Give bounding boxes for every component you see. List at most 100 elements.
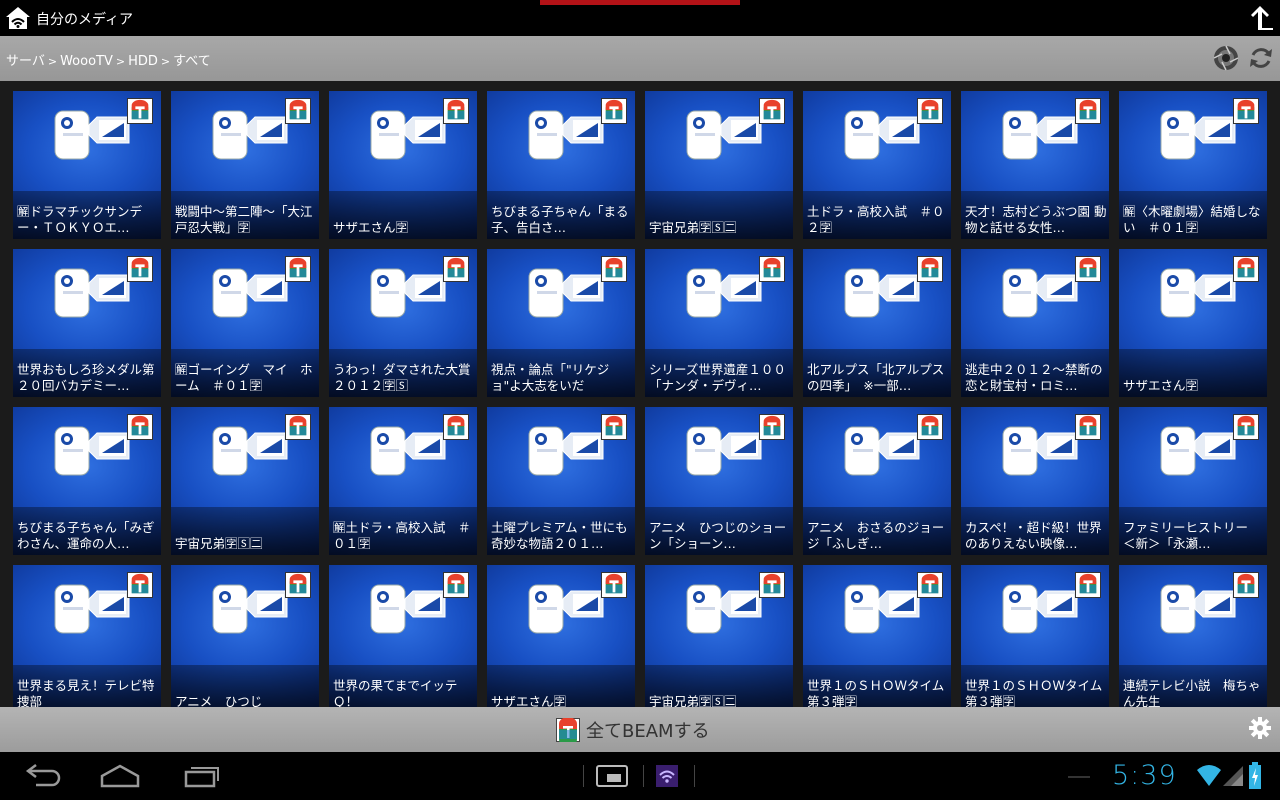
media-tile[interactable]: 世界１のＳＨＯＷタイム第３弾🈑 [803, 565, 951, 707]
media-title: アニメ ひつじのショーン「ショーン… [649, 520, 787, 551]
screen-window-icon[interactable] [588, 760, 636, 792]
media-tile[interactable]: シリーズ世界遺産１００「ナンダ・デヴィ… [645, 249, 793, 397]
media-title: シリーズ世界遺産１００「ナンダ・デヴィ… [649, 362, 786, 393]
media-tile[interactable]: 世界おもしろ珍メダル第２０回バカデミー… [13, 249, 161, 397]
video-camera-icon [1160, 268, 1236, 318]
refresh-icon[interactable] [1247, 44, 1275, 72]
recent-apps-icon[interactable] [178, 760, 226, 792]
media-title: カスペ！・超ド級！世界のありえない映像… [965, 520, 1102, 551]
media-tile[interactable]: ちびまる子ちゃん「みぎわさん、運命の人… [13, 407, 161, 555]
media-tile[interactable]: 視点・論点「"リケジョ"よ大志をいだ [487, 249, 635, 397]
media-tile[interactable]: 連続テレビ小説 梅ちゃん先生 [1119, 565, 1267, 707]
beam-badge-icon [285, 98, 311, 124]
video-camera-icon [1160, 584, 1236, 634]
media-tile[interactable]: 🈖土ドラ・高校入試 ＃０１🈑 [329, 407, 477, 555]
media-tile[interactable]: うわっ！ダマされた大賞２０１２🈑🅂 [329, 249, 477, 397]
media-tile[interactable]: アニメ ひつじのショーン「ショーン… [645, 407, 793, 555]
video-camera-icon [1002, 110, 1078, 160]
wifi-icon [1197, 765, 1221, 786]
video-camera-icon [686, 584, 762, 634]
media-tile[interactable]: アニメ ひつじ [171, 565, 319, 707]
video-camera-icon [212, 584, 288, 634]
media-title: サザエさん🈑 [491, 694, 567, 707]
video-camera-icon [844, 426, 920, 476]
beam-badge-icon [285, 414, 311, 440]
video-camera-icon [54, 426, 130, 476]
media-tile[interactable]: 戦闘中～第二陣～「大江戸忍大戦」🈑 [171, 91, 319, 239]
media-title: 連続テレビ小説 梅ちゃん先生 [1123, 678, 1261, 707]
media-tile[interactable]: 世界の果てまでイッテＱ！ [329, 565, 477, 707]
media-title: 逃走中２０１２～禁断の恋と財宝村・ロミ… [965, 362, 1103, 393]
beam-badge-icon [759, 98, 785, 124]
home-wifi-icon[interactable] [5, 5, 31, 31]
video-camera-icon [212, 110, 288, 160]
battery-charging-icon [1249, 762, 1261, 789]
video-camera-icon [686, 110, 762, 160]
beam-badge-icon [1233, 414, 1259, 440]
video-camera-icon [844, 584, 920, 634]
beam-badge-icon [1075, 414, 1101, 440]
breadcrumb-item-woootv[interactable]: WoooTV [60, 54, 113, 69]
media-tile[interactable]: 🈖ドラマチックサンデー・ＴＯＫＹＯエ… [13, 91, 161, 239]
beam-badge-icon [601, 98, 627, 124]
media-tile[interactable]: 逃走中２０１２～禁断の恋と財宝村・ロミ… [961, 249, 1109, 397]
beam-badge-icon [443, 572, 469, 598]
up-arrow-icon[interactable] [1245, 4, 1275, 32]
media-title: 🈖ゴーイング マイ ホーム ＃０１🈑 [175, 362, 313, 393]
media-tile[interactable]: ファミリーヒストリー ＜新＞「永瀬… [1119, 407, 1267, 555]
title-bar: 自分のメディア [0, 0, 1280, 36]
status-line [1068, 776, 1090, 778]
video-camera-icon [1002, 426, 1078, 476]
media-tile[interactable]: 世界まる見え！テレビ特捜部 [13, 565, 161, 707]
gear-icon[interactable] [1249, 717, 1271, 739]
media-title: 戦闘中～第二陣～「大江戸忍大戦」🈑 [175, 204, 313, 235]
back-icon[interactable] [16, 760, 64, 792]
home-icon[interactable] [96, 760, 144, 792]
breadcrumb-item-all[interactable]: すべて [173, 54, 211, 69]
media-tile[interactable]: 土曜プレミアム・世にも奇妙な物語２０１… [487, 407, 635, 555]
media-title: 世界１のＳＨＯＷタイム第３弾🈑 [807, 678, 945, 707]
media-title: アニメ ひつじ [175, 694, 263, 707]
video-camera-icon [528, 426, 604, 476]
media-tile[interactable]: サザエさん🈑 [329, 91, 477, 239]
media-tile[interactable]: 🈖ゴーイング マイ ホーム ＃０１🈑 [171, 249, 319, 397]
media-tile[interactable]: 宇宙兄弟🈑🅂🈔 [645, 91, 793, 239]
media-tile[interactable]: 宇宙兄弟🈑🅂🈔 [171, 407, 319, 555]
media-title: サザエさん🈑 [333, 220, 409, 235]
camera-shutter-icon[interactable] [1212, 44, 1240, 72]
divider [694, 765, 695, 787]
beam-badge-icon [759, 572, 785, 598]
breadcrumb-item-server[interactable]: サーバ [6, 54, 45, 69]
breadcrumb-separator: > [160, 55, 171, 68]
media-grid[interactable]: 🈖ドラマチックサンデー・ＴＯＫＹＯエ… 戦闘中～第二陣～「大江戸忍大戦」🈑 サザエさ… [0, 81, 1280, 707]
breadcrumb-bar: サーバ > WoooTV > HDD > すべて [0, 36, 1280, 81]
media-title: ファミリーヒストリー ＜新＞「永瀬… [1123, 520, 1261, 551]
breadcrumb-item-hdd[interactable]: HDD [128, 54, 158, 69]
video-camera-icon [54, 110, 130, 160]
media-tile[interactable]: カスペ！・超ド級！世界のありえない映像… [961, 407, 1109, 555]
media-tile[interactable]: 天才！志村どうぶつ園 動物と話せる女性… [961, 91, 1109, 239]
media-tile[interactable]: サザエさん🈑 [487, 565, 635, 707]
video-camera-icon [686, 426, 762, 476]
beam-badge-icon [1075, 256, 1101, 282]
wifi-notification-icon[interactable] [643, 760, 691, 792]
beam-all-button[interactable]: 全てBEAMする [556, 717, 710, 743]
breadcrumb-separator: > [115, 55, 126, 68]
media-tile[interactable]: 🈖〈木曜劇場〉結婚しない ＃０１🈑 [1119, 91, 1267, 239]
media-tile[interactable]: 土ドラ・高校入試 ＃０２🈑 [803, 91, 951, 239]
beam-badge-icon [1233, 572, 1259, 598]
media-tile[interactable]: ちびまる子ちゃん「まる子、告白さ… [487, 91, 635, 239]
beam-badge-icon [285, 572, 311, 598]
beam-badge-icon [443, 256, 469, 282]
video-camera-icon [370, 110, 446, 160]
media-title: 世界まる見え！テレビ特捜部 [17, 678, 155, 707]
media-title: 宇宙兄弟🈑🅂🈔 [649, 694, 737, 707]
media-title: 🈖〈木曜劇場〉結婚しない ＃０１🈑 [1123, 204, 1261, 235]
media-tile[interactable]: 宇宙兄弟🈑🅂🈔 [645, 565, 793, 707]
media-tile[interactable]: アニメ おさるのジョージ「ふしぎ… [803, 407, 951, 555]
beam-badge-icon [601, 256, 627, 282]
media-tile[interactable]: サザエさん🈑 [1119, 249, 1267, 397]
media-tile[interactable]: 世界１のＳＨＯＷタイム第３弾🈑 [961, 565, 1109, 707]
media-tile[interactable]: 北アルプス「北アルプスの四季」 ※一部… [803, 249, 951, 397]
video-camera-icon [212, 268, 288, 318]
